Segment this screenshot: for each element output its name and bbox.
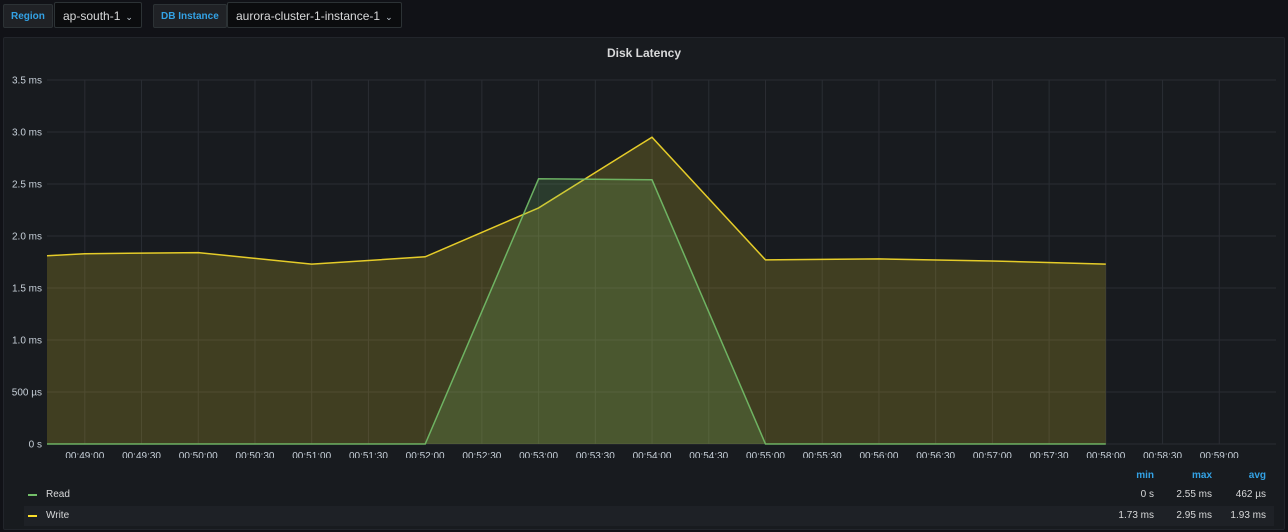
chevron-down-icon: ⌄ [125,12,133,22]
legend-header-max[interactable]: max [1174,470,1212,481]
legend-max: 2.95 ms [1176,510,1212,521]
x-tick-label: 00:56:30 [916,451,955,458]
y-tick-label: 2.5 ms [12,180,42,191]
legend-avg: 462 µs [1235,489,1266,500]
x-tick-label: 00:53:00 [519,451,558,458]
x-tick-label: 00:56:00 [859,451,898,458]
x-tick-label: 00:50:30 [236,451,275,458]
x-tick-label: 00:54:00 [633,451,672,458]
x-tick-label: 00:49:00 [65,451,104,458]
legend-swatch [28,494,37,496]
x-tick-label: 00:53:30 [576,451,615,458]
legend-max: 2.55 ms [1176,489,1212,500]
x-tick-label: 00:55:30 [803,451,842,458]
db-instance-select[interactable]: aurora-cluster-1-instance-1 ⌄ [227,2,402,28]
x-tick-label: 00:50:00 [179,451,218,458]
x-tick-label: 00:51:00 [292,451,331,458]
x-tick-label: 00:57:00 [973,451,1012,458]
x-tick-label: 00:52:30 [462,451,501,458]
variable-toolbar: Region ap-south-1 ⌄ DB Instance aurora-cl… [0,0,1288,30]
x-tick-label: 00:54:30 [689,451,728,458]
legend-header-avg[interactable]: avg [1226,470,1266,481]
legend-header-min[interactable]: min [1114,470,1154,481]
region-value: ap-south-1 [63,9,121,23]
x-tick-label: 00:57:30 [1030,451,1069,458]
x-tick-label: 00:51:30 [349,451,388,458]
disk-latency-chart[interactable]: 0 s 500 µs 1.0 ms 1.5 ms 2.0 ms 2.5 ms 3.0 ms 3… [4,38,1284,458]
x-tick-label: 00:59:00 [1200,451,1239,458]
region-label: Region [3,4,53,28]
y-tick-label: 1.5 ms [12,284,42,295]
y-tick-label: 500 µs [12,388,42,399]
y-tick-label: 1.0 ms [12,336,42,347]
db-instance-label: DB Instance [153,4,227,28]
x-tick-label: 00:52:00 [406,451,445,458]
x-tick-label: 00:49:30 [122,451,161,458]
legend-min: 0 s [1140,489,1154,500]
y-tick-label: 0 s [29,440,42,451]
legend-min: 1.73 ms [1118,510,1154,521]
legend-series-name[interactable]: Write [46,506,69,526]
region-select[interactable]: ap-south-1 ⌄ [54,2,142,28]
y-tick-label: 3.5 ms [12,76,42,87]
x-tick-label: 00:58:30 [1143,451,1182,458]
legend-swatch [28,515,37,517]
x-tick-label: 00:55:00 [746,451,785,458]
disk-latency-panel: Disk Latency 0 s 500 µs 1.0 ms 1.5 ms 2.0 ms… [3,37,1285,530]
legend-item-write[interactable]: Write 1.73 ms 2.95 ms 1.93 ms [24,506,1274,526]
legend-series-name[interactable]: Read [46,485,70,505]
y-tick-label: 3.0 ms [12,128,42,139]
x-tick-label: 00:58:00 [1086,451,1125,458]
legend-item-read[interactable]: Read 0 s 2.55 ms 462 µs [24,485,1274,505]
y-tick-label: 2.0 ms [12,232,42,243]
chevron-down-icon: ⌄ [385,12,393,22]
db-instance-value: aurora-cluster-1-instance-1 [236,9,381,23]
legend-avg: 1.93 ms [1230,510,1266,521]
